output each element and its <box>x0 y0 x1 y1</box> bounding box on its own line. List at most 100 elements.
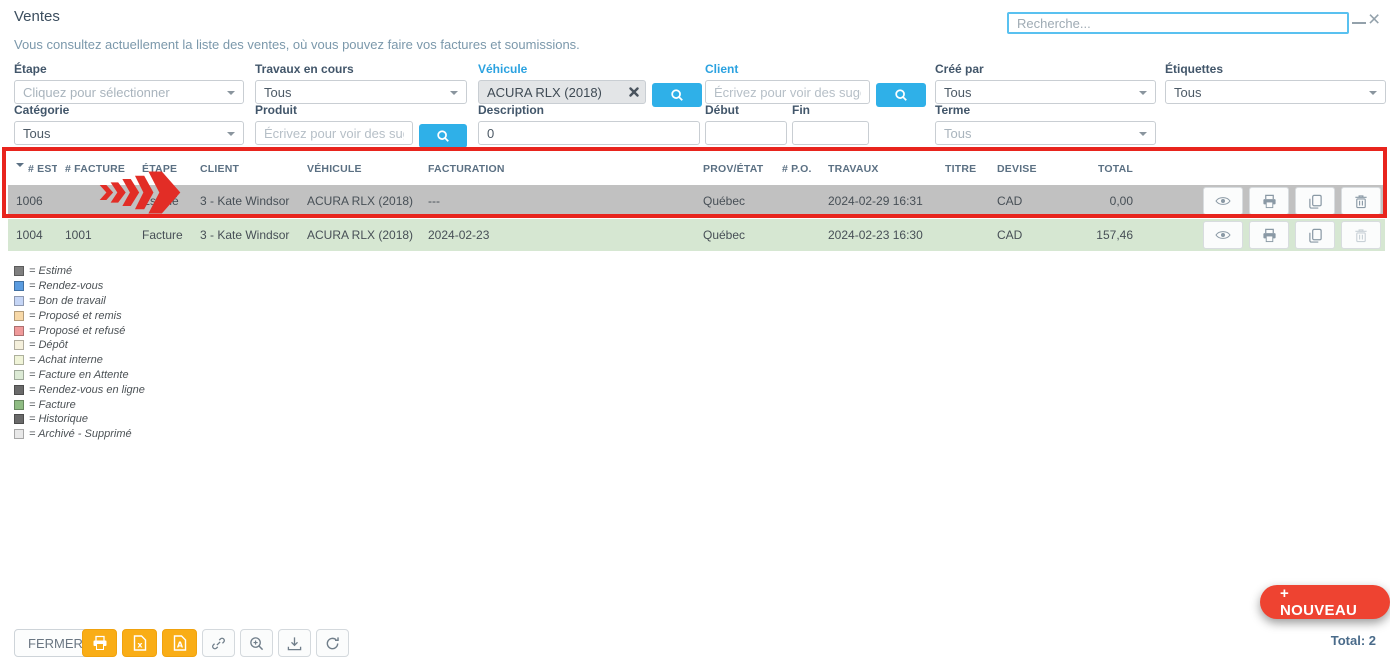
total-count: Total: 2 <box>1331 633 1376 648</box>
etiquettes-select[interactable]: Tous <box>1165 80 1386 104</box>
delete-button[interactable] <box>1341 187 1381 215</box>
cell-etape: Estimé <box>134 194 192 208</box>
eye-icon <box>1215 230 1231 240</box>
column-header-titre[interactable]: TITRE <box>937 163 989 175</box>
terme-select-value: Tous <box>944 126 971 141</box>
cree-par-select[interactable]: Tous <box>935 80 1156 104</box>
fin-input[interactable] <box>792 121 869 145</box>
produit-search-button[interactable] <box>419 124 467 148</box>
close-icon[interactable]: × <box>1368 8 1380 32</box>
page-subtitle: Vous consultez actuellement la liste des… <box>14 37 580 52</box>
legend-swatch <box>14 355 24 365</box>
terme-filter-label: Terme <box>935 103 1156 117</box>
column-header-po[interactable]: # P.O. <box>774 163 820 175</box>
travaux-select[interactable]: Tous <box>255 80 467 104</box>
cell-prov-etat: Québec <box>695 194 774 208</box>
legend-item: = Facture <box>14 397 145 412</box>
client-input[interactable] <box>705 80 870 104</box>
column-header-etape[interactable]: ÉTAPE <box>134 163 192 175</box>
etape-select[interactable]: Cliquez pour sélectionner <box>14 80 244 104</box>
download-button[interactable] <box>278 629 311 657</box>
chevron-down-icon <box>227 132 235 140</box>
legend-item: = Proposé et refusé <box>14 323 145 338</box>
zoom-button[interactable] <box>240 629 273 657</box>
column-header-vehicule[interactable]: VÉHICULE <box>299 163 420 175</box>
categorie-filter-label: Catégorie <box>14 103 244 117</box>
refresh-button[interactable] <box>316 629 349 657</box>
legend-swatch <box>14 340 24 350</box>
export-excel-button[interactable]: x <box>122 629 157 657</box>
categorie-select[interactable]: Tous <box>14 121 244 145</box>
cell-prov-etat: Québec <box>695 228 774 242</box>
legend-item: = Achat interne <box>14 353 145 368</box>
fin-filter-label: Fin <box>792 103 869 117</box>
print-icon <box>92 635 108 651</box>
description-filter-label: Description <box>478 103 700 117</box>
legend-item: = Historique <box>14 412 145 427</box>
legend-swatch <box>14 326 24 336</box>
new-button[interactable]: + NOUVEAU <box>1260 585 1390 619</box>
table-row[interactable]: 1006 Estimé 3 - Kate Windsor ACURA RLX (… <box>8 185 1385 217</box>
status-legend: = Estimé = Rendez-vous = Bon de travail … <box>14 264 145 442</box>
svg-text:x: x <box>137 641 143 650</box>
column-header-facture[interactable]: # FACTURE <box>57 163 134 175</box>
produit-input[interactable] <box>255 121 413 145</box>
view-button[interactable] <box>1203 221 1243 249</box>
column-header-travaux[interactable]: TRAVAUX <box>820 163 937 175</box>
legend-swatch <box>14 266 24 276</box>
search-icon <box>436 129 450 143</box>
column-header-facturation[interactable]: FACTURATION <box>420 163 695 175</box>
page-title: Ventes <box>14 8 60 25</box>
column-header-prov-etat[interactable]: PROV/ÉTAT <box>695 163 774 175</box>
cell-facture: 1001 <box>57 228 134 242</box>
cell-facturation: --- <box>420 194 695 208</box>
refresh-icon <box>325 636 340 651</box>
cree-par-filter-label: Créé par <box>935 62 1156 76</box>
column-header-estime[interactable]: # ESTIMÉ <box>8 163 57 175</box>
legend-swatch <box>14 281 24 291</box>
table-header-row: # ESTIMÉ # FACTURE ÉTAPE CLIENT VÉHICULE… <box>8 152 1385 185</box>
view-button[interactable] <box>1203 187 1243 215</box>
column-header-devise[interactable]: DEVISE <box>989 163 1037 175</box>
legend-item: = Bon de travail <box>14 294 145 309</box>
eye-icon <box>1215 196 1231 206</box>
cell-vehicule: ACURA RLX (2018) <box>299 194 420 208</box>
terme-select[interactable]: Tous <box>935 121 1156 145</box>
vehicule-input[interactable] <box>478 80 646 104</box>
cell-estime: 1004 <box>8 228 57 242</box>
column-header-total[interactable]: TOTAL <box>1037 163 1141 175</box>
copy-link-button[interactable] <box>202 629 235 657</box>
etape-filter-label: Étape <box>14 62 244 76</box>
trash-icon <box>1354 194 1368 209</box>
print-button[interactable] <box>1249 221 1289 249</box>
export-pdf-icon: A <box>173 635 187 651</box>
table-row[interactable]: 1004 1001 Facture 3 - Kate Windsor ACURA… <box>8 219 1385 251</box>
legend-swatch <box>14 400 24 410</box>
print-button[interactable] <box>1249 187 1289 215</box>
link-icon <box>211 636 226 651</box>
client-search-button[interactable] <box>876 83 926 107</box>
duplicate-button[interactable] <box>1295 221 1335 249</box>
column-header-client[interactable]: CLIENT <box>192 163 299 175</box>
categorie-select-value: Tous <box>23 126 50 141</box>
travaux-select-value: Tous <box>264 85 291 100</box>
duplicate-button[interactable] <box>1295 187 1335 215</box>
description-input[interactable] <box>478 121 700 145</box>
legend-item: = Rendez-vous en ligne <box>14 382 145 397</box>
delete-button[interactable] <box>1341 221 1381 249</box>
minimize-icon[interactable] <box>1352 22 1366 24</box>
debut-input[interactable] <box>705 121 787 145</box>
ventes-window: Ventes × Vous consultez actuellement la … <box>0 0 1390 662</box>
clear-icon[interactable] <box>629 87 639 97</box>
search-input[interactable] <box>1007 12 1349 34</box>
export-pdf-button[interactable]: A <box>162 629 197 657</box>
cell-facturation: 2024-02-23 <box>420 228 695 242</box>
duplicate-icon <box>1308 194 1323 209</box>
cell-travaux: 2024-02-23 16:30 <box>820 228 937 242</box>
cell-client: 3 - Kate Windsor <box>192 194 299 208</box>
legend-swatch <box>14 414 24 424</box>
chevron-down-icon <box>227 91 235 99</box>
cell-estime: 1006 <box>8 194 57 208</box>
print-list-button[interactable] <box>82 629 117 657</box>
legend-item: = Proposé et remis <box>14 308 145 323</box>
